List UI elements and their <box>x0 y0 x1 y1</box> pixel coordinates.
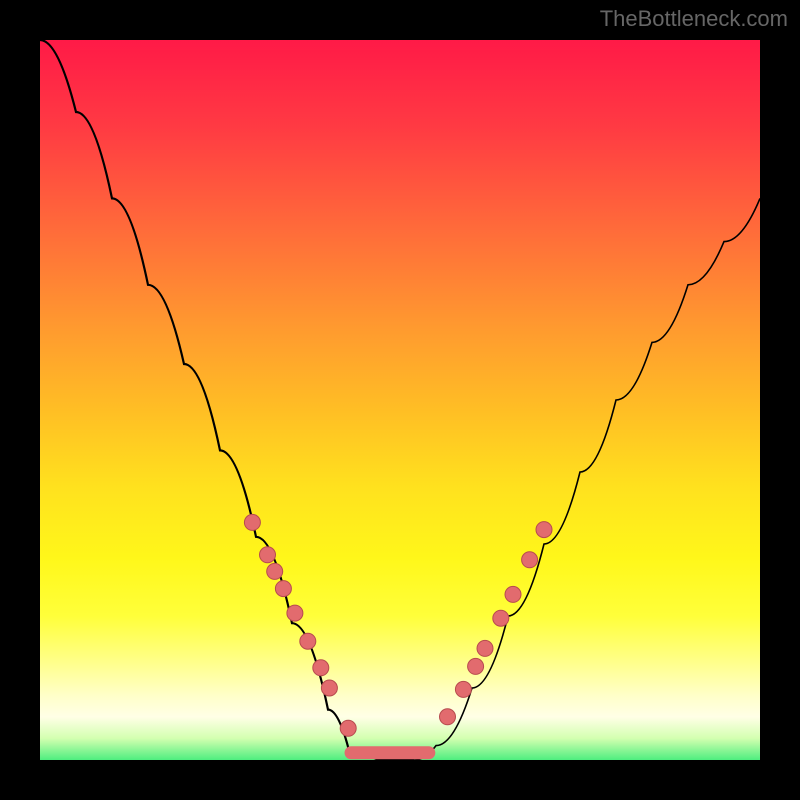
marker-dot <box>244 514 260 530</box>
marker-dot <box>493 610 509 626</box>
bottleneck-curve-left <box>40 40 414 760</box>
marker-dot <box>477 640 493 656</box>
chart-frame: TheBottleneck.com <box>0 0 800 800</box>
marker-dot <box>267 563 283 579</box>
watermark-text: TheBottleneck.com <box>600 6 788 32</box>
bottleneck-curve-right <box>414 198 760 760</box>
marker-dot <box>260 547 276 563</box>
marker-dot <box>505 586 521 602</box>
marker-dot <box>300 633 316 649</box>
marker-dot <box>468 658 484 674</box>
marker-dot <box>340 720 356 736</box>
plot-area <box>40 40 760 760</box>
curve-svg <box>40 40 760 760</box>
marker-dot <box>321 680 337 696</box>
marker-dot <box>440 709 456 725</box>
markers-left-group <box>244 514 356 736</box>
marker-dot <box>287 605 303 621</box>
marker-dot <box>275 581 291 597</box>
markers-right-group <box>440 522 553 725</box>
marker-dot <box>536 522 552 538</box>
marker-dot <box>313 660 329 676</box>
marker-dot <box>522 552 538 568</box>
marker-dot <box>455 681 471 697</box>
